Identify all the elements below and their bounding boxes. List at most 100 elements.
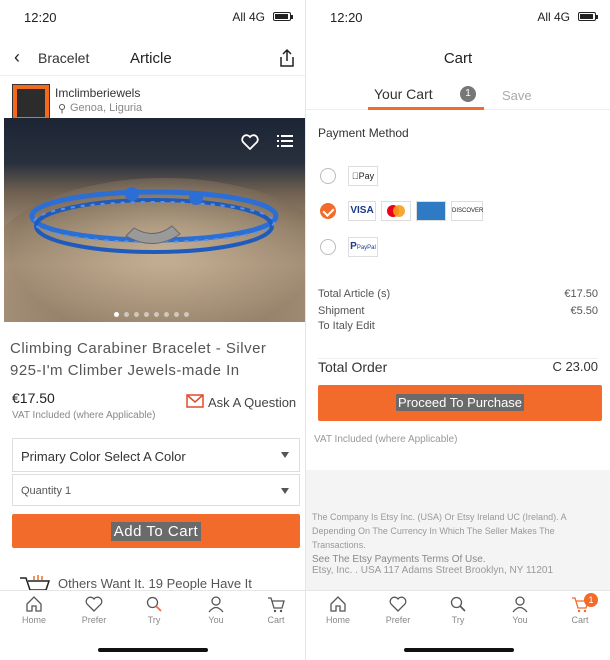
shipment-destination-label[interactable]: To Italy Edit: [318, 320, 375, 332]
legal-footer: The Company Is Etsy Inc. (USA) Or Etsy I…: [306, 470, 610, 590]
active-tab-indicator: [368, 107, 484, 110]
status-time: 12:20: [24, 10, 57, 25]
status-bar: 12:20 All 4G: [306, 0, 610, 34]
tab-you[interactable]: You: [186, 595, 246, 625]
paypal-label: PayPal: [356, 245, 376, 251]
proceed-label: Proceed To Purchase: [395, 394, 525, 411]
total-order-row: Total Order C 23.00: [318, 358, 598, 375]
tab-favorites-label: Prefer: [385, 615, 411, 625]
discover-icon: DISCOVER: [451, 201, 483, 221]
tab-home-label: Home: [21, 615, 46, 625]
radio-applepay[interactable]: [320, 168, 336, 184]
vat-note: VAT Included (where Applicable): [314, 434, 458, 445]
summary-article-row: Total Article (s) €17.50: [318, 288, 598, 300]
color-select[interactable]: Primary Color Select A Color: [12, 438, 300, 472]
shop-avatar[interactable]: [12, 84, 50, 122]
total-order-amount: C 23.00: [552, 359, 598, 374]
tab-cart[interactable]: 1 Cart: [550, 593, 610, 625]
product-photo[interactable]: [4, 118, 305, 322]
back-label[interactable]: Bracelet: [38, 50, 89, 66]
legal-text: The Company Is Etsy Inc. (USA) Or Etsy I…: [312, 510, 604, 567]
total-article-amount: €17.50: [564, 288, 598, 300]
tab-search[interactable]: Try: [428, 595, 488, 625]
tab-search-label: Try: [451, 615, 465, 625]
tab-favorites[interactable]: Prefer: [368, 595, 428, 625]
shop-name[interactable]: Imclimberiewels: [55, 86, 140, 100]
vat-note: VAT Included (where Applicable): [12, 410, 156, 421]
tab-bar: Home Prefer Try You Cart: [0, 590, 305, 630]
legal-company: The Company Is Etsy Inc. (USA) Or Etsy I…: [312, 512, 567, 550]
tab-search-label: Try: [147, 615, 161, 625]
tab-you-label: You: [512, 615, 528, 625]
tab-cart-label: Cart: [267, 615, 285, 625]
tab-bar: Home Prefer Try You 1 Cart: [306, 590, 610, 630]
legal-address: Etsy, Inc. . USA 117 Adams Street Brookl…: [312, 565, 554, 576]
apple-pay-icon: Pay: [348, 166, 378, 186]
shipment-amount: €5.50: [570, 305, 598, 317]
product-navbar: ‹ Bracelet Article: [0, 40, 305, 76]
visa-icon: VISA: [348, 201, 376, 221]
status-bar: 12:20 All 4G: [0, 0, 305, 34]
cart-screen: 12:20 All 4G Cart Your Cart 1 Save Payme…: [305, 0, 610, 660]
page-title: Article: [130, 50, 172, 67]
cart-badge: 1: [584, 593, 598, 607]
ask-question-link[interactable]: Ask A Question: [208, 395, 296, 410]
tab-home[interactable]: Home: [4, 595, 64, 625]
bracelet-image: [29, 187, 279, 254]
shipment-label: Shipment: [318, 305, 365, 317]
cart-icon: [268, 597, 285, 613]
paypal-icon: PPayPal: [348, 237, 378, 257]
tab-search[interactable]: Try: [124, 595, 184, 625]
quantity-select[interactable]: Quantity 1: [12, 474, 300, 506]
cart-tabs: Your Cart 1 Save: [306, 80, 610, 110]
share-icon[interactable]: [277, 48, 297, 68]
cart-count-badge: 1: [460, 86, 476, 102]
tab-cart-label: Cart: [571, 615, 589, 625]
tab-you-label: You: [208, 615, 224, 625]
tab-your-cart[interactable]: Your Cart: [374, 86, 433, 102]
tab-save[interactable]: Save: [502, 88, 532, 103]
heart-icon[interactable]: [241, 134, 259, 150]
product-screen: 12:20 All 4G ‹ Bracelet Article Imclimbe…: [0, 0, 305, 660]
tab-you[interactable]: You: [490, 595, 550, 625]
amex-icon: [416, 201, 446, 221]
battery-icon: [578, 12, 598, 21]
home-icon: [330, 596, 346, 612]
shop-header[interactable]: Imclimberiewels ⚲ Genoa, Liguria: [10, 82, 305, 122]
list-icon[interactable]: [277, 134, 293, 148]
status-network: All 4G: [232, 10, 265, 24]
add-to-cart-button[interactable]: Add To Cart: [12, 514, 300, 548]
tab-favorites[interactable]: Prefer: [64, 595, 124, 625]
search-icon: [146, 596, 162, 612]
status-network: All 4G: [537, 10, 570, 24]
tab-cart[interactable]: Cart: [246, 595, 305, 625]
tab-home[interactable]: Home: [308, 595, 368, 625]
home-icon: [26, 596, 42, 612]
carousel-dots[interactable]: [114, 304, 194, 317]
mastercard-icon: [381, 201, 411, 221]
payment-method-heading: Payment Method: [318, 126, 409, 140]
tab-favorites-label: Prefer: [81, 615, 107, 625]
chevron-down-icon: [281, 488, 289, 494]
tab-home-label: Home: [325, 615, 350, 625]
radio-paypal[interactable]: [320, 239, 336, 255]
total-order-label: Total Order: [318, 359, 388, 375]
mail-icon[interactable]: [186, 394, 204, 408]
apple-pay-label: Pay: [355, 171, 375, 181]
product-title: Climbing Carabiner Bracelet - Silver 925…: [10, 340, 267, 379]
summary-shipment-row: Shipment €5.50: [318, 305, 598, 317]
status-time: 12:20: [330, 10, 363, 25]
cart-page-title: Cart: [443, 50, 473, 67]
proceed-to-purchase-button[interactable]: Proceed To Purchase: [318, 385, 602, 421]
product-price: €17.50: [12, 390, 55, 406]
back-arrow-icon[interactable]: ‹: [14, 48, 20, 66]
total-article-label: Total Article (s): [318, 288, 391, 300]
shop-location: Genoa, Liguria: [70, 102, 143, 114]
user-icon: [512, 596, 528, 613]
location-pin-icon: ⚲: [58, 103, 67, 115]
heart-icon: [389, 596, 407, 612]
add-to-cart-label: Add To Cart: [110, 522, 202, 541]
shipment-destination[interactable]: To Italy Edit: [318, 320, 598, 332]
others-want-text: Others Want It. 19 People Have It: [58, 576, 252, 591]
radio-card[interactable]: [320, 203, 336, 219]
